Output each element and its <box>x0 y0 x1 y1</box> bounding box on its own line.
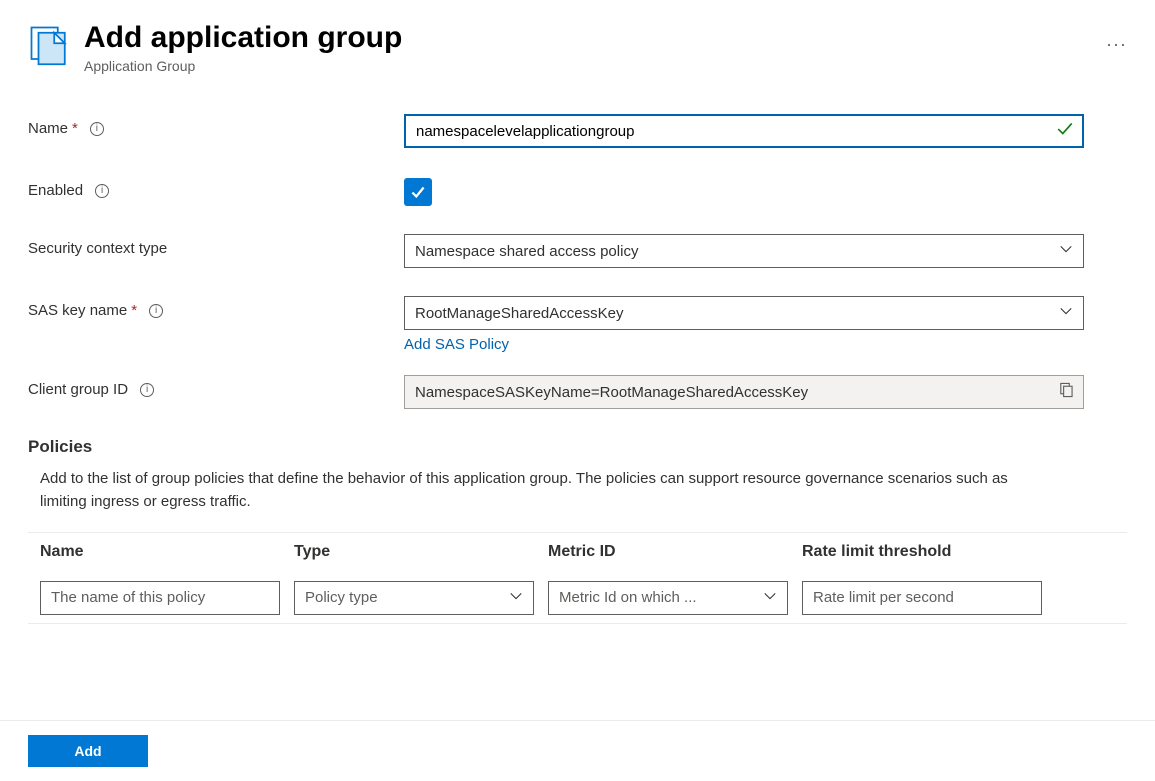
policies-description: Add to the list of group policies that d… <box>28 467 1058 514</box>
page-title: Add application group <box>84 20 1094 56</box>
form-row-enabled: Enabled i <box>28 176 1127 206</box>
column-header-rate: Rate limit threshold <box>802 543 1042 561</box>
more-options-icon[interactable]: ··· <box>1106 34 1127 55</box>
required-indicator: * <box>72 120 78 137</box>
column-header-name: Name <box>40 543 294 561</box>
security-context-label: Security context type <box>28 240 167 257</box>
name-input[interactable] <box>404 114 1084 148</box>
add-sas-policy-link[interactable]: Add SAS Policy <box>404 336 509 353</box>
client-group-id-value: NamespaceSASKeyName=RootManageSharedAcce… <box>415 384 808 401</box>
form-row-name: Name * i <box>28 114 1127 148</box>
column-header-metric: Metric ID <box>548 543 802 561</box>
policy-type-select[interactable]: Policy type <box>294 581 534 615</box>
security-context-value: Namespace shared access policy <box>415 243 638 260</box>
sas-key-label: SAS key name <box>28 302 127 319</box>
policy-name-input[interactable] <box>40 581 280 615</box>
sas-key-value: RootManageSharedAccessKey <box>415 305 623 322</box>
application-group-icon <box>28 24 70 66</box>
enabled-checkbox[interactable] <box>404 178 432 206</box>
policies-heading: Policies <box>28 437 1127 457</box>
copy-icon[interactable] <box>1058 383 1073 402</box>
sas-key-select[interactable]: RootManageSharedAccessKey <box>404 296 1084 330</box>
footer: Add <box>0 720 1155 781</box>
table-header-row: Name Type Metric ID Rate limit threshold <box>40 533 1127 573</box>
chevron-down-icon <box>763 589 777 607</box>
security-context-select[interactable]: Namespace shared access policy <box>404 234 1084 268</box>
page-subtitle: Application Group <box>84 58 1094 74</box>
info-icon[interactable]: i <box>95 184 109 198</box>
policies-table: Name Type Metric ID Rate limit threshold… <box>28 532 1127 624</box>
policy-metric-select[interactable]: Metric Id on which ... <box>548 581 788 615</box>
enabled-label: Enabled <box>28 182 83 199</box>
form-row-client-group: Client group ID i NamespaceSASKeyName=Ro… <box>28 375 1127 409</box>
client-group-id-field: NamespaceSASKeyName=RootManageSharedAcce… <box>404 375 1084 409</box>
chevron-down-icon <box>1059 242 1073 260</box>
chevron-down-icon <box>509 589 523 607</box>
form-row-security-context: Security context type Namespace shared a… <box>28 234 1127 268</box>
column-header-type: Type <box>294 543 548 561</box>
name-label: Name <box>28 120 68 137</box>
table-row: Policy type Metric Id on which ... <box>40 573 1127 623</box>
info-icon[interactable]: i <box>149 304 163 318</box>
info-icon[interactable]: i <box>140 383 154 397</box>
page-header: Add application group Application Group … <box>0 0 1155 86</box>
required-indicator: * <box>131 302 137 319</box>
add-button[interactable]: Add <box>28 735 148 767</box>
chevron-down-icon <box>1059 304 1073 322</box>
policy-rate-input[interactable] <box>802 581 1042 615</box>
form-row-sas-key: SAS key name * i RootManageSharedAccessK… <box>28 296 1127 353</box>
info-icon[interactable]: i <box>90 122 104 136</box>
client-group-label: Client group ID <box>28 381 128 398</box>
